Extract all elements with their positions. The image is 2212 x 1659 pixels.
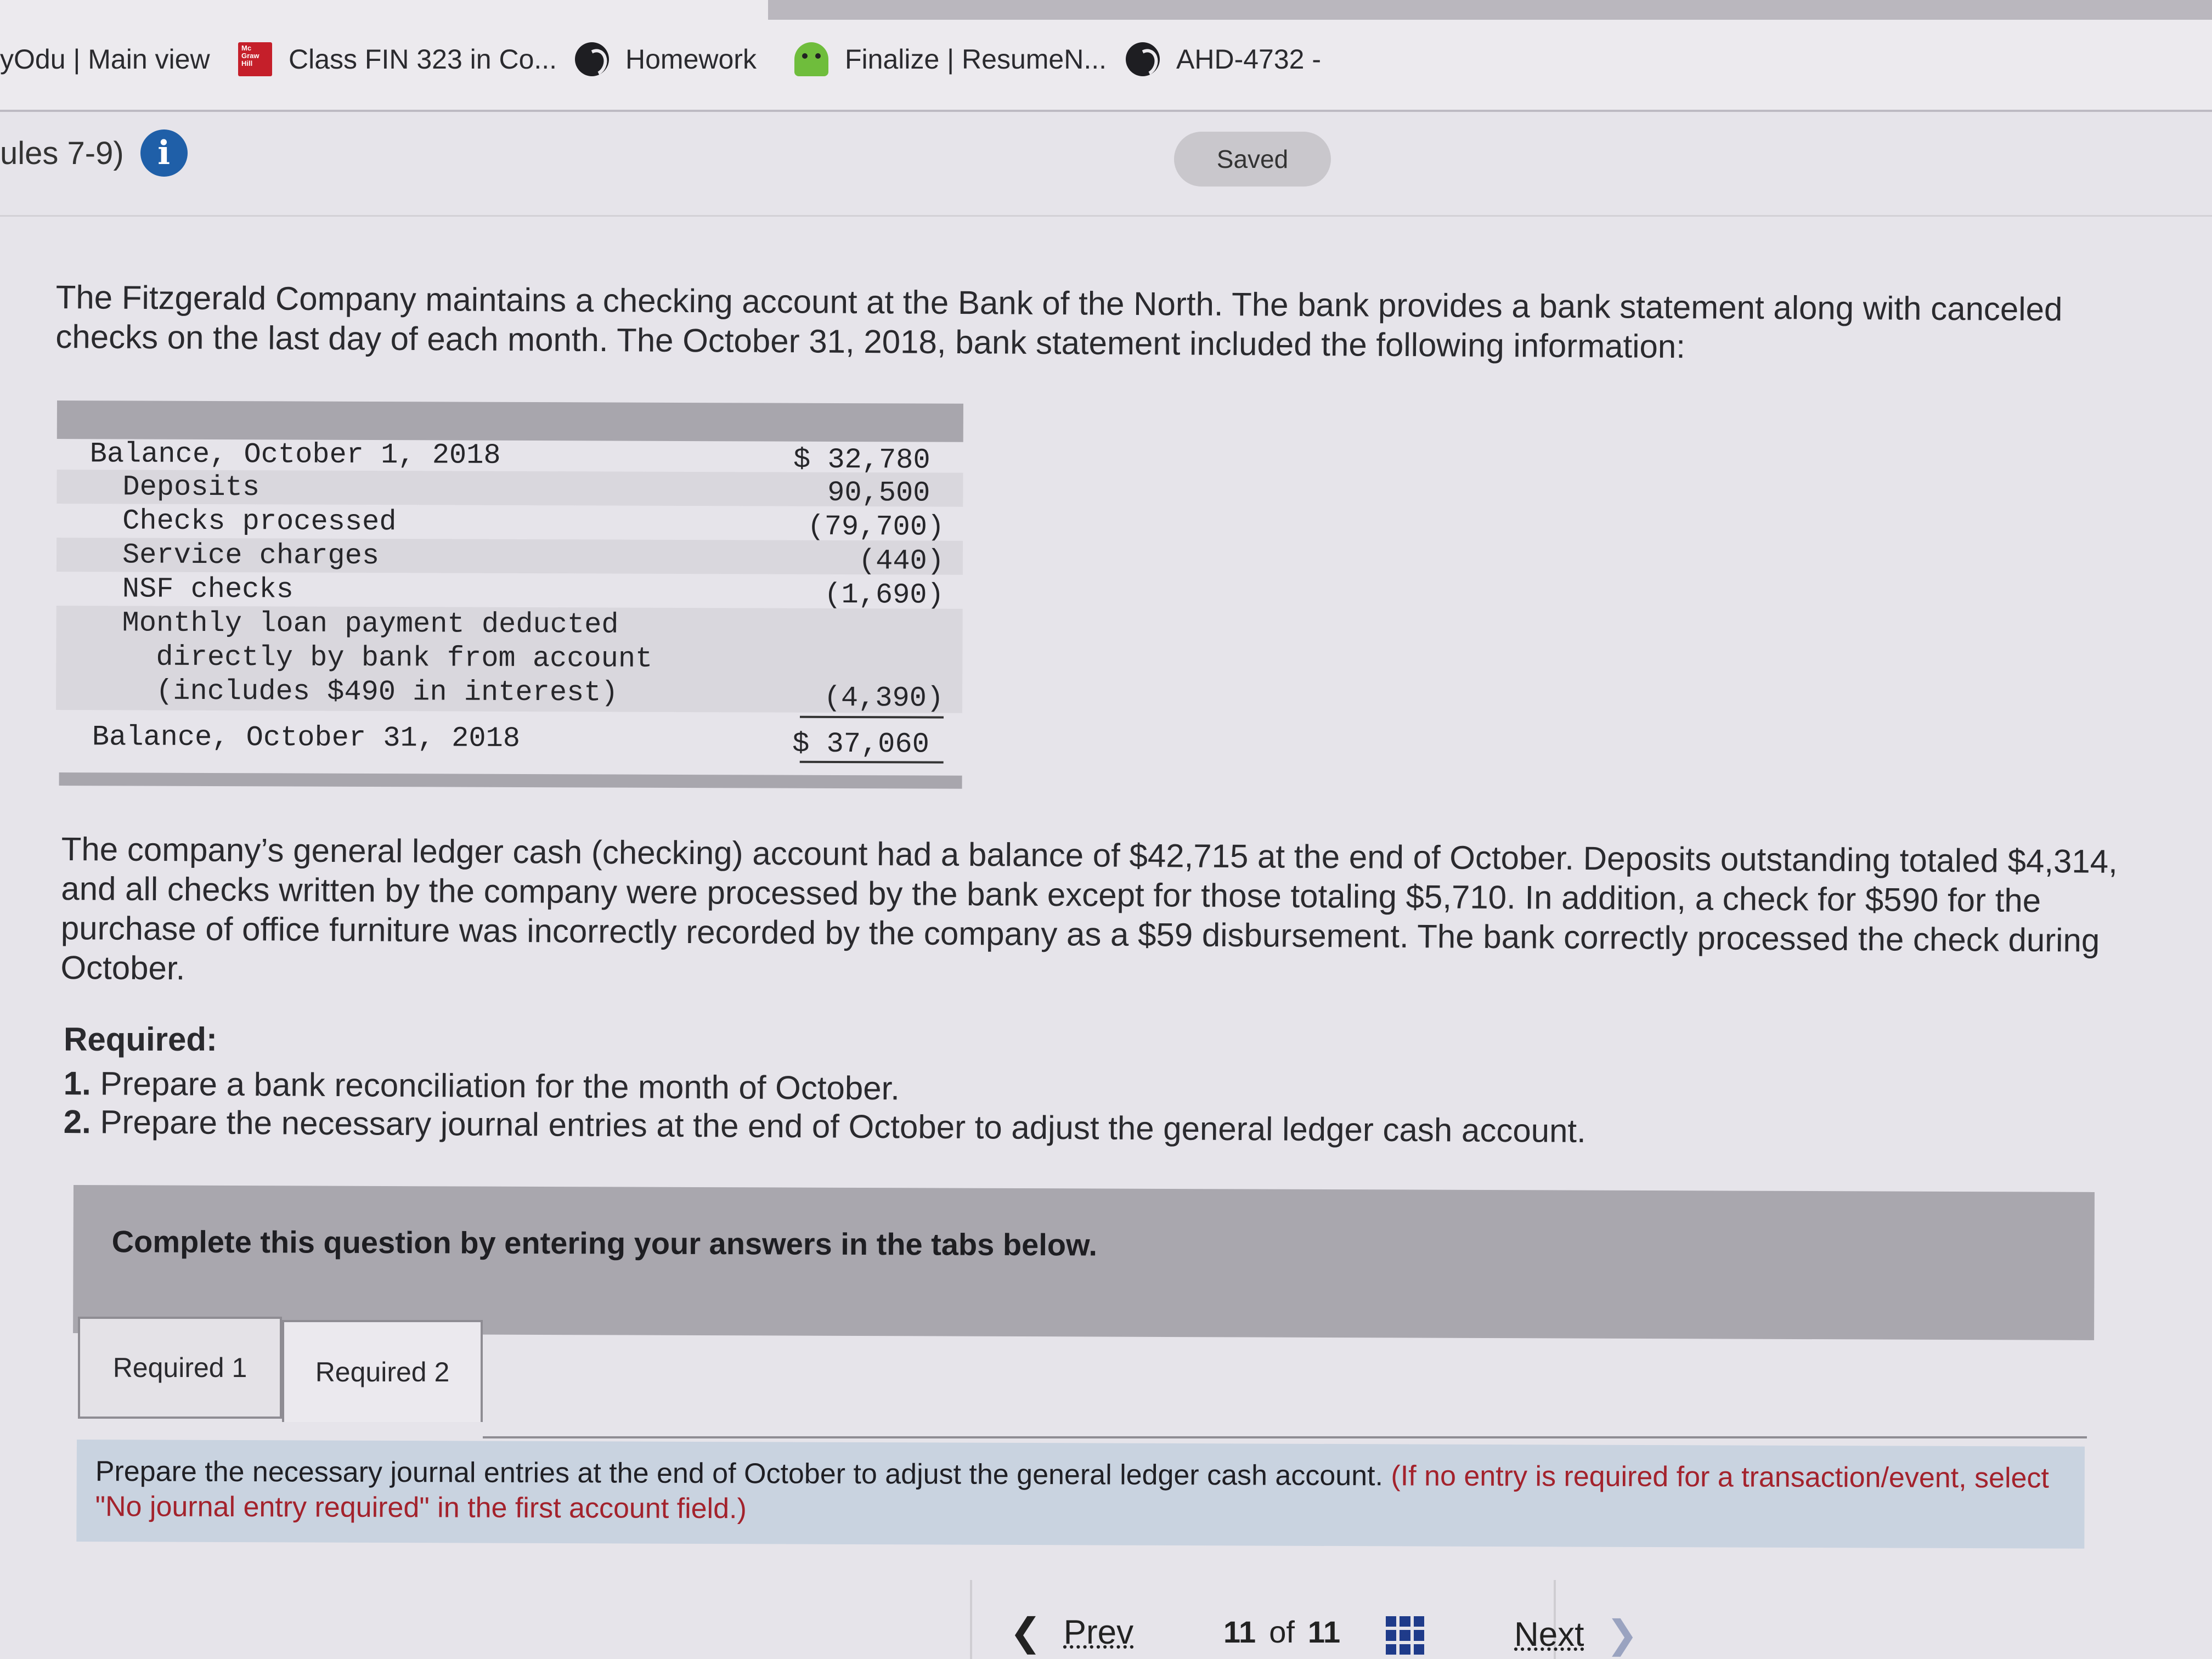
assignment-title: ules 7-9) i xyxy=(0,129,188,177)
instruction-text: Prepare the necessary journal entries at… xyxy=(95,1454,2070,1531)
total-pages: 11 xyxy=(1307,1615,1341,1649)
required-item-number: 2. xyxy=(63,1103,92,1141)
bookmarks-bar: yOdu | Main view Mc Graw Hill Class FIN 32… xyxy=(0,0,2212,112)
globe-icon xyxy=(575,42,609,76)
bank-statement-table: Balance, October 1, 2018 $ 32,780 Deposi… xyxy=(56,400,963,791)
current-page: 11 xyxy=(1223,1615,1256,1649)
required-item-2: 2. Prepare the necessary journal entries… xyxy=(64,1103,1586,1150)
required-item-number: 1. xyxy=(63,1065,92,1102)
row-value: $ 37,060 xyxy=(792,727,929,761)
row-label: Checks processed xyxy=(122,505,397,539)
question-intro: The Fitzgerald Company maintains a check… xyxy=(55,278,2063,365)
question-details: The company’s general ledger cash (check… xyxy=(60,831,2118,987)
tab-divider xyxy=(483,1436,2087,1438)
bookmark-finalize-resume[interactable]: Finalize | ResumeN... xyxy=(794,37,1107,81)
subtotal-underline xyxy=(799,715,944,719)
table-row: Deposits 90,500 xyxy=(57,469,963,510)
globe-icon xyxy=(1126,42,1160,76)
row-value: (79,700) xyxy=(807,510,945,544)
tab-required-2[interactable]: Required 2 xyxy=(282,1320,483,1422)
row-label: Balance, October 1, 2018 xyxy=(89,438,501,472)
row-value: 90,500 xyxy=(827,476,930,510)
bookmark-ahd-4732[interactable]: AHD-4732 - xyxy=(1126,37,1321,81)
answer-panel-prompt: Complete this question by entering your … xyxy=(111,1224,1098,1262)
bookmark-label: AHD-4732 - xyxy=(1176,44,1321,75)
row-label: Monthly loan payment deducted xyxy=(122,607,619,641)
header-divider xyxy=(0,215,2212,217)
page-indicator: 11 of 11 xyxy=(1223,1614,1340,1650)
chevron-left-icon: ❮ xyxy=(1009,1611,1042,1654)
bookmark-label: Finalize | ResumeN... xyxy=(845,44,1107,75)
bookmark-label: Homework xyxy=(625,44,757,75)
row-value: (4,390) xyxy=(823,681,944,715)
row-value: (440) xyxy=(858,545,945,578)
next-label: Next xyxy=(1514,1615,1584,1654)
answer-panel-header: Complete this question by entering your … xyxy=(73,1185,2095,1340)
table-row: Service charges (440) xyxy=(56,537,963,578)
table-footer-bar xyxy=(59,772,962,789)
row-value: $ 32,780 xyxy=(793,443,930,477)
row-label: Service charges xyxy=(122,539,380,573)
question-grid-icon[interactable] xyxy=(1386,1616,1424,1655)
total-underline xyxy=(799,760,944,764)
instruction-main: Prepare the necessary journal entries at… xyxy=(95,1455,1384,1492)
table-row: Balance, October 1, 2018 $ 32,780 xyxy=(57,436,963,476)
table-row: NSF checks (1,690) xyxy=(57,572,963,612)
bookmark-homework[interactable]: Homework xyxy=(575,37,757,81)
instruction-box: Prepare the necessary journal entries at… xyxy=(76,1440,2085,1549)
bookmark-label: Class FIN 323 in Co... xyxy=(289,44,557,75)
row-label: Deposits xyxy=(122,471,260,504)
required-item-text: Prepare a bank reconciliation for the mo… xyxy=(100,1065,900,1107)
robot-icon xyxy=(794,42,828,76)
table-row: Checks processed (79,700) xyxy=(57,504,963,544)
bookmark-label: yOdu | Main view xyxy=(0,44,210,75)
row-label: Balance, October 31, 2018 xyxy=(92,721,521,755)
assignment-title-text: ules 7-9) xyxy=(0,135,124,171)
required-item-text: Prepare the necessary journal entries at… xyxy=(100,1103,1586,1149)
table-row: Balance, October 31, 2018 $ 37,060 xyxy=(56,718,962,761)
tab-label: Required 1 xyxy=(112,1352,247,1383)
bookmark-main-view[interactable]: yOdu | Main view xyxy=(0,37,210,81)
required-heading: Required: xyxy=(64,1021,218,1058)
row-label: directly by bank from account xyxy=(156,641,653,675)
prev-button[interactable]: ❮ Prev xyxy=(1009,1610,1133,1655)
saved-status-badge: Saved xyxy=(1174,132,1331,187)
table-row: Monthly loan payment deducted directly b… xyxy=(56,605,963,715)
row-label: (includes $490 in interest) xyxy=(156,675,618,709)
address-bar-strip xyxy=(768,0,2212,20)
next-button[interactable]: Next ❯ xyxy=(1514,1612,1638,1657)
chevron-right-icon: ❯ xyxy=(1606,1613,1639,1656)
required-item-1: 1. Prepare a bank reconciliation for the… xyxy=(64,1064,900,1107)
question-navigation: ❮ Prev 11 of 11 Next ❯ xyxy=(0,1580,2212,1659)
page-of-label: of xyxy=(1269,1615,1295,1649)
row-label: NSF checks xyxy=(122,573,294,606)
mcgraw-hill-icon: Mc Graw Hill xyxy=(238,42,272,76)
row-value: (1,690) xyxy=(824,578,944,612)
bookmark-class-fin-323[interactable]: Mc Graw Hill Class FIN 323 in Co... xyxy=(238,37,557,81)
info-icon[interactable]: i xyxy=(140,129,188,177)
tab-label: Required 2 xyxy=(315,1357,450,1387)
prev-label: Prev xyxy=(1063,1613,1134,1651)
tab-required-1[interactable]: Required 1 xyxy=(78,1317,282,1419)
